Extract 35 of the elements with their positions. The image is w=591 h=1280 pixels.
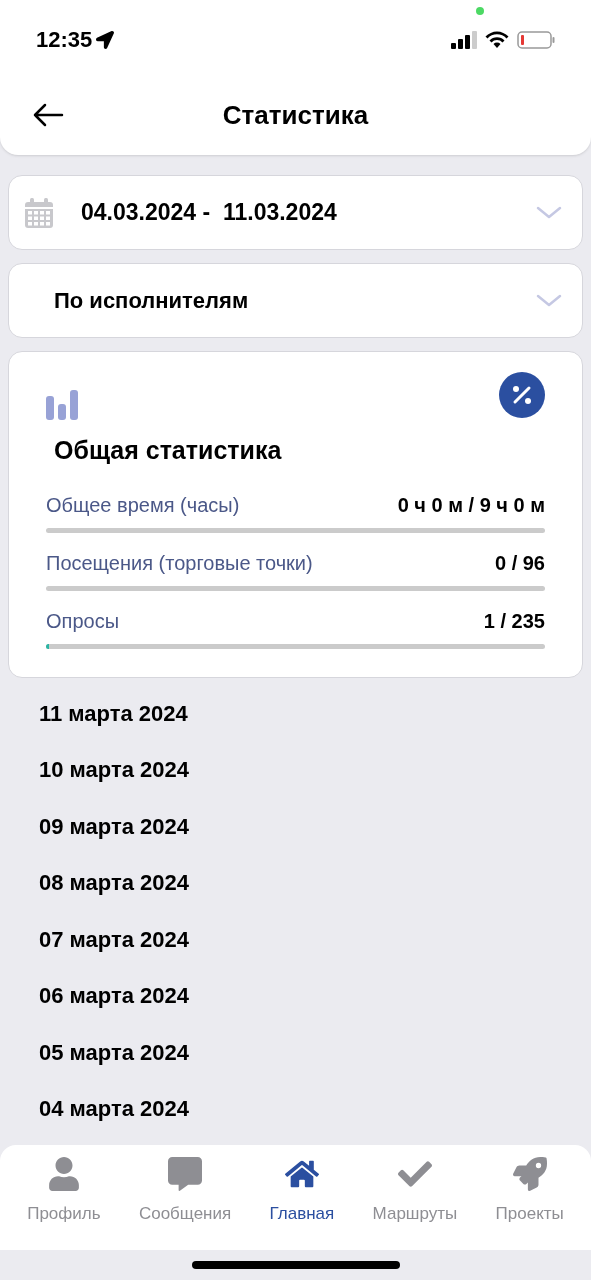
screen-title: Статистика	[222, 98, 369, 132]
day-item[interactable]: 09 марта 2024	[39, 810, 189, 843]
back-arrow-icon	[32, 103, 64, 127]
card-title: Общая статистика	[54, 435, 283, 466]
rocket-icon	[512, 1157, 547, 1191]
grouping-dropdown[interactable]: По исполнителям	[8, 263, 583, 338]
stat-value: 0 / 96	[494, 550, 545, 576]
chevron-down-icon	[536, 293, 562, 308]
day-item[interactable]: 07 марта 2024	[39, 923, 189, 956]
battery-icon	[517, 30, 555, 49]
percent-button[interactable]	[499, 372, 545, 418]
tab[interactable]: Главная	[269, 1157, 335, 1227]
day-item[interactable]: 05 марта 2024	[39, 1036, 189, 1069]
percent-icon	[511, 384, 533, 406]
chevron-down-icon	[536, 205, 562, 220]
stat-value: 0 ч 0 м / 9 ч 0 м	[397, 492, 545, 518]
stat-label: Опросы	[46, 608, 119, 634]
calendar-icon	[25, 197, 53, 228]
status-time: 12:35	[36, 26, 93, 54]
day-item[interactable]: 10 марта 2024	[39, 754, 189, 786]
stat-label: Общее время (часы)	[46, 492, 240, 518]
day-item[interactable]: 06 марта 2024	[39, 980, 189, 1012]
signal-icon	[451, 30, 477, 49]
bar-chart-icon	[46, 390, 78, 420]
day-item[interactable]: 04 марта 2024	[39, 1093, 189, 1125]
stat-label: Посещения (торговые точки)	[46, 550, 313, 576]
speech-bubble-icon	[168, 1157, 203, 1191]
person-icon	[46, 1157, 81, 1191]
day-item[interactable]: 11 марта 2024	[39, 697, 188, 730]
stat-value: 1 / 235	[483, 608, 545, 634]
day-item[interactable]: 08 марта 2024	[39, 867, 189, 899]
date-range-picker[interactable]: 04.03.2024 - 11.03.2024	[8, 175, 583, 250]
wifi-icon	[485, 30, 509, 49]
location-arrow-icon	[96, 30, 115, 49]
date-range-text: 04.03.2024 - 11.03.2024	[81, 198, 338, 228]
